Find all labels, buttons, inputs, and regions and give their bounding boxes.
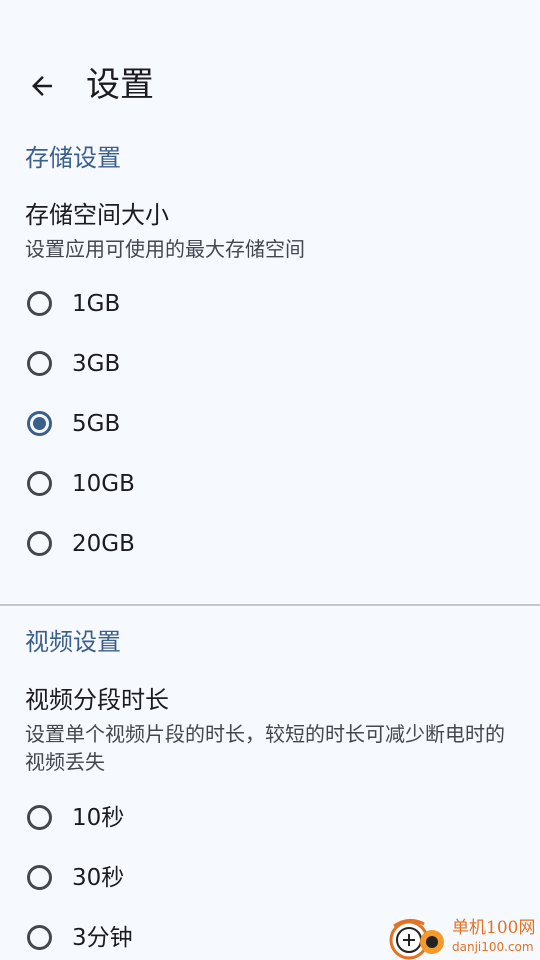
radio-option-5gb[interactable]: 5GB [0, 396, 540, 456]
pref-title-video-segment: 视频分段时长 [25, 686, 169, 714]
watermark-brand: 单机100网 [452, 918, 536, 938]
radio-option-3gb[interactable]: 3GB [0, 336, 540, 396]
radio-option-20gb[interactable]: 20GB [0, 516, 540, 576]
radio-label: 10秒 [72, 805, 125, 831]
back-button[interactable] [22, 66, 62, 106]
app-bar: 设置 [0, 0, 540, 150]
radio-button-icon[interactable] [27, 531, 52, 556]
radio-label: 3分钟 [72, 925, 133, 951]
radio-button-icon[interactable] [27, 925, 52, 950]
radio-button-icon[interactable] [27, 805, 52, 830]
radio-label: 5GB [72, 411, 121, 437]
radio-button-icon[interactable] [27, 865, 52, 890]
radio-label: 30秒 [72, 865, 125, 891]
page-title: 设置 [86, 65, 154, 105]
radio-button-icon[interactable] [27, 471, 52, 496]
radio-label: 1GB [72, 291, 121, 317]
pref-summary-storage-size: 设置应用可使用的最大存储空间 [25, 237, 305, 261]
section-divider [0, 604, 540, 606]
radio-button-icon[interactable] [27, 291, 52, 316]
pref-summary-video-segment: 设置单个视频片段的时长，较短的时长可减少断电时的视频丢失 [25, 722, 505, 774]
radio-label: 20GB [72, 531, 135, 557]
arrow-left-icon [32, 76, 52, 96]
section-header-storage: 存储设置 [25, 144, 121, 172]
radio-label: 3GB [72, 351, 121, 377]
watermark: 单机100网 danji100.com [388, 916, 540, 960]
radio-option-10gb[interactable]: 10GB [0, 456, 540, 516]
radio-button-icon[interactable] [27, 351, 52, 376]
watermark-logo-icon [389, 919, 444, 960]
radio-option-10s[interactable]: 10秒 [0, 790, 540, 850]
radio-button-checked-icon[interactable] [27, 411, 52, 436]
radio-label: 10GB [72, 471, 135, 497]
watermark-domain: danji100.com [452, 940, 534, 954]
section-header-video: 视频设置 [25, 628, 121, 656]
pref-title-storage-size: 存储空间大小 [25, 201, 169, 229]
radio-option-1gb[interactable]: 1GB [0, 276, 540, 336]
